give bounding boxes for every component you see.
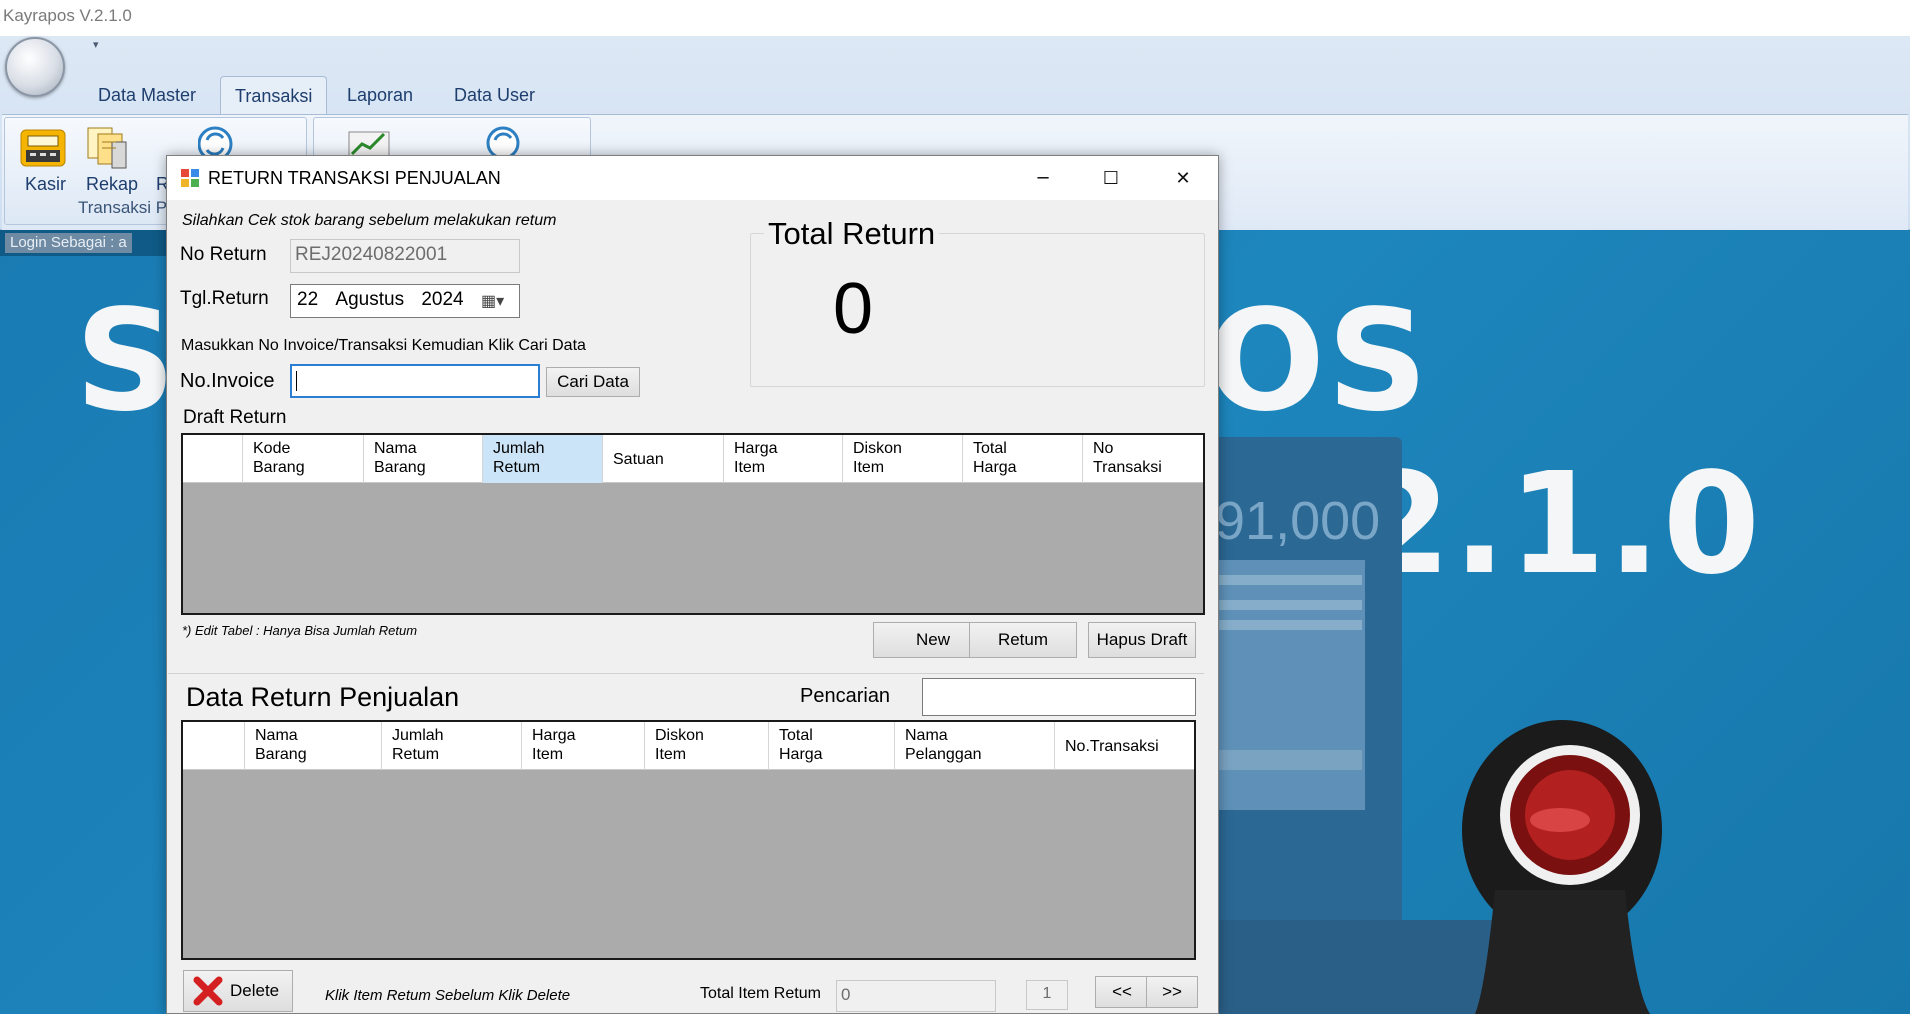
column-total-harga[interactable]: Total Harga [963, 435, 1083, 483]
invoice-label: No.Invoice [180, 370, 275, 392]
total-item-label: Total Item Retum [700, 985, 821, 1002]
kasir-button[interactable]: Kasir [18, 122, 68, 196]
laptop-screen-row [1218, 575, 1362, 585]
data-return-title: Data Return Penjualan [186, 682, 460, 712]
minimize-icon: ─ [1037, 167, 1049, 189]
prev-page-button[interactable]: << [1095, 976, 1149, 1008]
row-header-column [183, 722, 245, 770]
close-button[interactable]: ✕ [1148, 156, 1218, 200]
rekap-button[interactable]: Rekap [84, 122, 144, 196]
documents-icon [87, 127, 127, 169]
laptop-screen-row [1218, 750, 1362, 770]
close-icon: ✕ [1175, 167, 1191, 189]
date-month: Agustus [335, 289, 405, 310]
cari-data-button[interactable]: Cari Data [546, 367, 640, 397]
column-diskon-item[interactable]: Diskon Item [843, 435, 963, 483]
application-orb-button[interactable] [5, 37, 65, 97]
maximize-button[interactable]: ☐ [1077, 156, 1145, 200]
column-harga-item[interactable]: Harga Item [724, 435, 843, 483]
maximize-icon: ☐ [1102, 167, 1120, 189]
column-nama-barang[interactable]: Nama Barang [364, 435, 483, 483]
minimize-button[interactable]: ─ [1009, 156, 1077, 200]
column-no-transaksi[interactable]: No Transaksi [1083, 435, 1203, 483]
delete-hint: Klik Item Retum Sebelum Klik Delete [325, 987, 571, 1004]
laptop-amount: 91,000 [1215, 491, 1381, 551]
search-input[interactable] [922, 678, 1196, 716]
hapus-draft-button[interactable]: Hapus Draft [1088, 622, 1196, 658]
kasir-label: Kasir [25, 174, 67, 194]
column-satuan[interactable]: Satuan [603, 435, 724, 483]
edit-table-note: *) Edit Tabel : Hanya Bisa Jumlah Retum [182, 623, 418, 638]
column-no-transaksi[interactable]: No.Transaksi [1055, 722, 1194, 770]
red-x-icon [193, 976, 223, 1006]
return-button[interactable]: Retum [969, 622, 1077, 658]
app-title: Kayrapos V.2.1.0 [3, 6, 132, 25]
column-jumlah-return[interactable]: Jumlah Retum [483, 435, 603, 483]
rekap-label: Rekap [86, 174, 139, 194]
data-grid-header: Nama Barang Jumlah Retum Harga Item Disk… [183, 722, 1194, 770]
login-status: Login Sebagai : a [5, 233, 132, 253]
chart-icon [348, 131, 390, 159]
app-window-icon [181, 169, 199, 187]
ribbon-group-label: Transaksi P [78, 198, 168, 217]
tgl-return-label: Tgl.Return [180, 288, 269, 309]
date-day: 22 [297, 289, 319, 310]
cash-register-icon [20, 129, 66, 167]
barcode-scanner-illustration [1462, 720, 1662, 1014]
total-return-value: 0 [833, 269, 874, 349]
draft-return-title: Draft Return [183, 407, 287, 428]
data-return-grid[interactable]: Nama Barang Jumlah Retum Harga Item Disk… [181, 720, 1196, 960]
total-return-title: Total Return [764, 216, 940, 252]
no-return-label: No Return [180, 244, 267, 265]
laptop-screen-row [1218, 600, 1362, 610]
invoice-input[interactable] [290, 364, 540, 398]
delete-button[interactable]: Delete [183, 970, 293, 1012]
search-label: Pencarian [800, 685, 891, 707]
tab-data-master[interactable]: Data Master [84, 76, 210, 114]
calendar-dropdown-icon[interactable]: ▦▾ [481, 291, 504, 311]
column-kode-barang[interactable]: Kode Barang [243, 435, 364, 483]
section-divider [168, 673, 1204, 674]
date-year: 2024 [421, 289, 464, 310]
refresh-icon [486, 126, 520, 160]
laptop-screen-row [1218, 620, 1362, 630]
quick-access-dropdown-icon[interactable]: ▾ [93, 38, 99, 51]
no-return-field[interactable]: REJ20240822001 [290, 239, 520, 273]
laptop-screen-panel [1215, 560, 1365, 810]
tab-laporan[interactable]: Laporan [333, 76, 427, 114]
column-diskon-item[interactable]: Diskon Item [645, 722, 769, 770]
text-cursor [296, 371, 297, 391]
column-nama-barang[interactable]: Nama Barang [245, 722, 382, 770]
column-nama-pelanggan[interactable]: Nama Pelanggan [895, 722, 1055, 770]
next-page-button[interactable]: >> [1146, 976, 1198, 1008]
column-harga-item[interactable]: Harga Item [522, 722, 645, 770]
total-return-group [750, 233, 1205, 387]
tab-data-user[interactable]: Data User [440, 76, 549, 114]
draft-return-grid[interactable]: Kode Barang Nama Barang Jumlah Retum Sat… [181, 433, 1205, 615]
draft-grid-header: Kode Barang Nama Barang Jumlah Retum Sat… [183, 435, 1203, 483]
tab-transaksi[interactable]: Transaksi [220, 76, 328, 114]
stock-hint: Silahkan Cek stok barang sebelum melakuk… [182, 212, 557, 229]
return-date-picker[interactable]: 22 Agustus 2024 ▦▾ [290, 284, 520, 318]
total-item-field[interactable]: 0 [836, 980, 996, 1012]
delete-label: Delete [230, 981, 280, 1000]
invoice-hint: Masukkan No Invoice/Transaksi Kemudian K… [181, 337, 586, 354]
dialog-title: RETURN TRANSAKSI PENJUALAN [208, 168, 501, 188]
banner-title-left: S [75, 280, 178, 443]
column-jumlah-return[interactable]: Jumlah Retum [382, 722, 522, 770]
page-number-field[interactable]: 1 [1026, 980, 1068, 1010]
row-header-column [183, 435, 243, 483]
column-total-harga[interactable]: Total Harga [769, 722, 895, 770]
